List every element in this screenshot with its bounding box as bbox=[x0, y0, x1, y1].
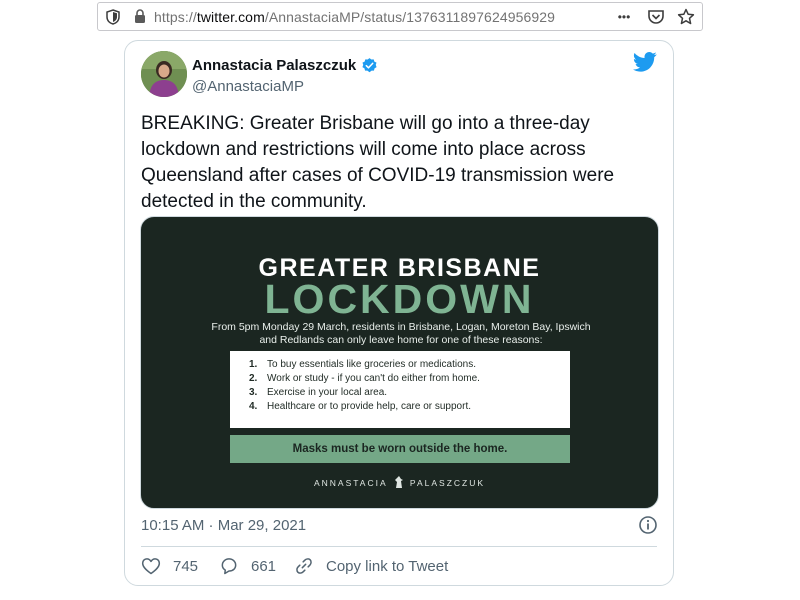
reason-text: Healthcare or to provide help, care or s… bbox=[267, 401, 471, 412]
reply-count: 661 bbox=[251, 557, 277, 575]
shield-icon[interactable] bbox=[106, 9, 120, 25]
reason-text: Work or study - if you can't do either f… bbox=[267, 373, 480, 384]
list-item: 4. Healthcare or to provide help, care or… bbox=[249, 400, 570, 414]
signature-mark-icon bbox=[394, 476, 403, 490]
twitter-bird-icon[interactable] bbox=[632, 52, 657, 72]
heart-icon bbox=[141, 558, 161, 575]
list-item: 1. To buy essentials like groceries or me… bbox=[249, 358, 570, 372]
reason-number: 1. bbox=[249, 359, 258, 370]
masks-notice: Masks must be worn outside the home. bbox=[230, 435, 570, 463]
pocket-icon[interactable] bbox=[646, 8, 666, 26]
reason-number: 2. bbox=[249, 373, 258, 384]
reason-number: 4. bbox=[249, 401, 258, 412]
url-bar[interactable]: https://twitter.com/AnnastaciaMP/status/… bbox=[97, 2, 703, 31]
reason-text: Exercise in your local area. bbox=[267, 387, 388, 398]
avatar[interactable] bbox=[141, 51, 187, 97]
lock-icon[interactable] bbox=[134, 9, 146, 24]
like-button[interactable]: 745 bbox=[141, 556, 219, 576]
like-count: 745 bbox=[173, 557, 199, 575]
reasons-list: 1. To buy essentials like groceries or me… bbox=[230, 351, 570, 428]
url-path: /AnnastaciaMP/status/1376311897624956929 bbox=[264, 9, 556, 25]
divider bbox=[141, 546, 657, 547]
image-headline-main: LOCKDOWN bbox=[264, 276, 535, 322]
reply-button[interactable]: 661 bbox=[219, 556, 294, 576]
image-subtext: From 5pm Monday 29 March, residents in B… bbox=[211, 321, 591, 346]
signature-right: PALASZCZUK bbox=[409, 478, 486, 488]
info-icon[interactable] bbox=[638, 515, 658, 535]
tweet-actions: 745 661 Copy link to Tweet bbox=[141, 556, 448, 576]
url-host: twitter.com bbox=[196, 9, 265, 25]
page-actions-menu[interactable]: ••• bbox=[612, 8, 636, 26]
tweet-timestamp[interactable]: 10:15 AM · Mar 29, 2021 bbox=[141, 517, 306, 534]
author-name[interactable]: Annastacia Palaszczuk bbox=[192, 57, 356, 74]
tweet-card[interactable]: Annastacia Palaszczuk @AnnastaciaMP BREA… bbox=[124, 40, 674, 586]
url-text[interactable]: https://twitter.com/AnnastaciaMP/status/… bbox=[154, 9, 555, 25]
verified-icon bbox=[361, 57, 378, 74]
author-handle[interactable]: @AnnastaciaMP bbox=[192, 78, 304, 95]
link-icon bbox=[296, 558, 312, 574]
tweet-image[interactable]: GREATER BRISBANE LOCKDOWN From 5pm Monda… bbox=[140, 216, 659, 509]
copy-link-label: Copy link to Tweet bbox=[326, 557, 449, 575]
copy-link-button[interactable]: Copy link to Tweet bbox=[294, 556, 448, 576]
star-icon[interactable] bbox=[676, 8, 696, 26]
reason-text: To buy essentials like groceries or medi… bbox=[267, 359, 476, 370]
tweet-text: BREAKING: Greater Brisbane will go into … bbox=[141, 113, 615, 212]
reason-number: 3. bbox=[249, 387, 258, 398]
url-prefix: https:// bbox=[154, 9, 197, 25]
reply-icon bbox=[221, 558, 237, 575]
signature-left: ANNASTACIA bbox=[313, 478, 388, 488]
image-signature: ANNASTACIA PALASZCZUK bbox=[141, 476, 658, 490]
list-item: 3. Exercise in your local area. bbox=[249, 386, 570, 400]
list-item: 2. Work or study - if you can't do either… bbox=[249, 372, 570, 386]
